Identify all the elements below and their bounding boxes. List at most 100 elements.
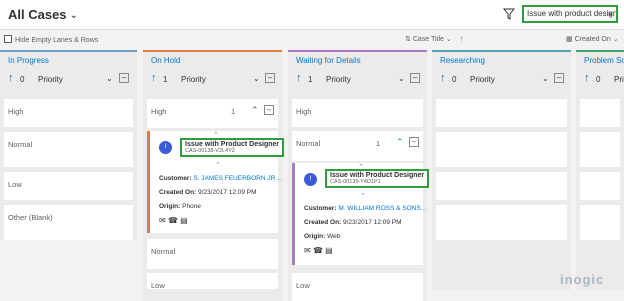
email-icon[interactable]: ✉ [159,216,166,225]
toolbar: Hide Empty Lanes & Rows ⇅ Case Title ⌄ ↑… [0,31,624,49]
arrow-up-icon[interactable]: ↑ [296,72,302,84]
group-label: High [296,107,312,116]
hide-empty-lanes-toggle[interactable]: Hide Empty Lanes & Rows [4,35,98,44]
search-input-value: Issue with product design [527,9,618,18]
lane-count: 0 [452,75,457,84]
checkbox-icon[interactable] [4,35,12,43]
group-high: High 1 ⌃ – [147,99,278,129]
chevron-down-icon: ⌄ [610,36,619,43]
collapse-icon[interactable]: – [265,73,275,83]
arrow-up-icon[interactable]: ↑ [151,72,157,84]
chevron-down-icon[interactable]: ⌄ [542,74,549,83]
customer-row: Customer: S. JAMES FEUERBORN JR ... [159,175,283,182]
chevron-up-icon[interactable]: ⌃ [360,192,366,200]
email-icon[interactable]: ✉ [304,246,311,255]
group-normal [580,132,620,167]
document-icon[interactable]: ▤ [325,246,333,255]
created-label: Created On: [159,189,197,196]
case-card[interactable]: ⌃ I Issue with Product Designer CAS-0013… [147,131,285,233]
group-label: Low [296,281,310,290]
customer-label: Customer: [159,175,192,182]
collapse-icon[interactable]: – [410,73,420,83]
group-low: Low [4,172,133,200]
lane-header: ↑ 0 Priority ⌄ – [432,67,571,99]
created-on-label[interactable]: Created On [575,36,611,43]
lane-in-progress: In Progress ↑ 0 Priority ⌄ – High Normal… [0,50,137,240]
chevron-up-icon[interactable]: ⌃ [396,137,404,148]
customer-link[interactable]: S. JAMES FEUERBORN JR ... [193,175,282,182]
lane-count: 0 [596,75,601,84]
phone-icon[interactable]: ☎ [313,246,323,255]
collapse-icon[interactable]: – [409,137,419,147]
lane-group-field[interactable]: Priority [470,75,495,84]
case-title[interactable]: Issue with Product Designer [330,172,424,179]
group-high: High [292,99,423,127]
group-high [436,99,567,127]
lane-title: Researching [440,56,485,65]
case-card[interactable]: ⌃ I Issue with Product Designer CAS-0013… [292,163,430,265]
view-selector[interactable]: All Cases ⌄ [8,7,78,22]
date-filter[interactable]: ▦ Created On ⌄ [566,35,619,43]
case-title[interactable]: Issue with Product Designer [185,141,279,148]
lane-group-field[interactable]: Priority [181,75,206,84]
group-normal [436,132,567,167]
lane-group-field[interactable]: Priority [614,75,624,84]
created-label: Created On: [304,219,342,226]
lane-count: 1 [308,75,313,84]
phone-icon[interactable]: ☎ [168,216,178,225]
chevron-down-icon: ⌄ [69,10,78,21]
origin-value: Web [327,233,341,240]
top-bar: All Cases ⌄ Issue with product design × [0,0,624,30]
collapse-icon[interactable]: – [554,73,564,83]
chevron-down-icon[interactable]: ⌄ [106,74,113,83]
origin-row: Origin: Phone [159,203,201,210]
chevron-down-icon: ⌄ [443,36,454,43]
collapse-icon[interactable]: – [264,105,274,115]
lane-header: ↑ 0 Priority ⌄ – [0,67,137,99]
arrow-up-icon[interactable]: ↑ [460,36,464,43]
customer-row: Customer: M. WILLIAM ROSS & SONS... [304,205,426,212]
chevron-up-icon[interactable]: ⌃ [215,161,221,169]
group-normal: Normal 1 ⌃ – [292,131,423,161]
card-title-box[interactable]: Issue with Product Designer CAS-00138-V2… [180,138,285,157]
filter-icon[interactable] [503,8,515,20]
group-low: Low [147,273,278,290]
watermark-logo: inogic [560,272,605,287]
group-other [436,205,567,240]
group-normal: Normal [147,239,278,269]
card-actions: ✉ ☎ ▤ [304,246,333,255]
card-title-box[interactable]: Issue with Product Designer CAS-00139-Y4… [325,169,430,188]
chevron-down-icon[interactable]: ⌄ [253,74,260,83]
arrow-up-icon[interactable]: ↑ [440,72,446,84]
close-icon[interactable]: × [608,7,613,21]
created-value: 9/23/2017 12:09 PM [343,219,402,226]
lane-title: In Progress [8,56,49,65]
lane-count: 1 [163,75,168,84]
sort-control[interactable]: ⇅ Case Title ⌄ ↑ [405,35,463,43]
chevron-down-icon[interactable]: ⌄ [398,74,405,83]
chevron-up-icon[interactable]: ⌃ [251,105,259,116]
group-high: High [4,99,133,127]
arrow-up-icon[interactable]: ↑ [8,72,14,84]
lane-header: ↑ 0 Priority [576,67,624,99]
lane-group-field[interactable]: Priority [326,75,351,84]
group-label: Low [8,180,22,189]
group-high [580,99,620,127]
lane-group-field[interactable]: Priority [38,75,63,84]
lane-waiting-for-details: Waiting for Details ↑ 1 Priority ⌄ – Hig… [288,50,430,301]
document-icon[interactable]: ▤ [180,216,188,225]
group-normal: Normal [4,132,133,167]
lane-header: ↑ 1 Priority ⌄ – [288,67,427,99]
customer-link[interactable]: M. WILLIAM ROSS & SONS... [338,205,426,212]
group-count: 1 [376,139,381,148]
collapse-icon[interactable]: – [119,73,129,83]
arrow-up-icon[interactable]: ↑ [584,72,590,84]
created-row: Created On: 9/23/2017 12:09 PM [159,189,257,196]
calendar-icon: ▦ [566,36,575,43]
group-label: Normal [296,139,321,148]
group-label: High [8,107,24,116]
avatar: I [304,173,317,186]
search-input[interactable]: Issue with product design × [522,5,618,23]
sort-field[interactable]: Case Title [413,36,444,43]
group-count: 1 [231,107,236,116]
